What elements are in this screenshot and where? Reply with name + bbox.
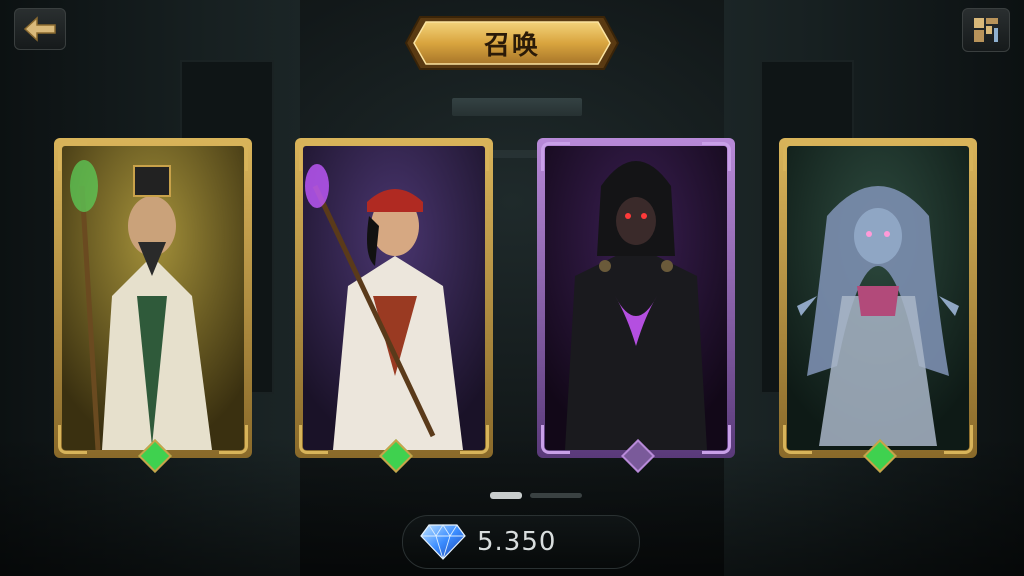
- card-corner: [702, 142, 731, 171]
- card-corner: [58, 425, 87, 454]
- card-corner: [460, 425, 489, 454]
- card-corner: [541, 142, 570, 171]
- card-corner: [460, 142, 489, 171]
- character-card-ghost[interactable]: [779, 138, 977, 473]
- map-menu-icon: [974, 18, 998, 42]
- ceiling-light: [452, 98, 582, 116]
- back-arrow-icon: [23, 16, 56, 42]
- card-corner: [58, 142, 87, 171]
- page-indicator: [490, 491, 585, 501]
- currency-display: 5.350: [402, 515, 640, 569]
- character-card-reaper[interactable]: [537, 138, 735, 473]
- card-corner: [702, 425, 731, 454]
- card-corner: [219, 142, 248, 171]
- card-art-reaper: [545, 146, 727, 450]
- card-art-monk: [303, 146, 485, 450]
- card-corner: [299, 142, 328, 171]
- card-corner: [944, 425, 973, 454]
- diamond-amount: 5.350: [477, 527, 557, 557]
- character-card-sage[interactable]: [54, 138, 252, 473]
- card-art-sage: [62, 146, 244, 450]
- card-corner: [541, 425, 570, 454]
- character-card-monk[interactable]: [295, 138, 493, 473]
- card-art-ghost: [787, 146, 969, 450]
- card-corner: [219, 425, 248, 454]
- back-button[interactable]: [14, 8, 66, 50]
- title-plate: 召唤: [402, 13, 622, 73]
- map-menu-button[interactable]: [962, 8, 1010, 52]
- page-dot-inactive[interactable]: [530, 493, 582, 498]
- diamond-icon: [420, 524, 466, 560]
- card-corner: [944, 142, 973, 171]
- card-corner: [783, 142, 812, 171]
- card-corner: [299, 425, 328, 454]
- page-title: 召唤: [483, 30, 540, 61]
- card-corner: [783, 425, 812, 454]
- page-dot-active[interactable]: [490, 492, 522, 499]
